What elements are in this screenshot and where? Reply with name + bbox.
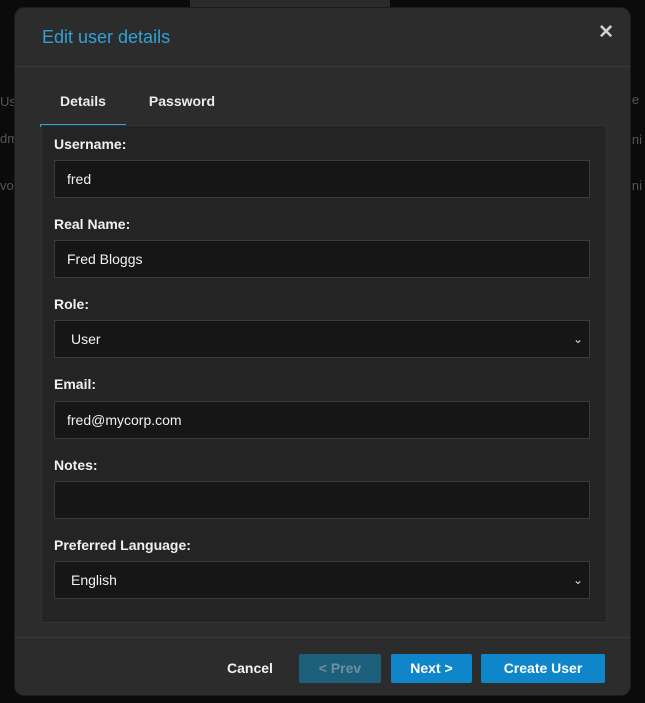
tab-password[interactable]: Password	[137, 86, 227, 124]
create-user-button[interactable]: Create User	[481, 654, 605, 683]
background-fragment: ini	[629, 132, 643, 147]
dialog-footer: Cancel < Prev Next > Create User	[15, 637, 630, 695]
details-panel: Username: Real Name: Role: User ⌄ Email:…	[41, 125, 607, 623]
chevron-down-icon: ⌄	[572, 332, 583, 346]
background-right-edge: le ini ini	[629, 90, 645, 210]
username-field[interactable]	[54, 160, 590, 198]
email-field[interactable]	[54, 401, 590, 439]
notes-field[interactable]	[54, 481, 590, 519]
role-select[interactable]: User ⌄	[54, 320, 590, 358]
background-fragment: le	[629, 92, 640, 107]
edit-user-dialog: Edit user details ✕ Details Password Use…	[15, 8, 630, 695]
email-label: Email:	[54, 376, 97, 392]
tab-details[interactable]: Details	[40, 86, 126, 127]
preferred-language-select[interactable]: English ⌄	[54, 561, 590, 599]
background-left-edge: Use dm vor	[0, 30, 23, 230]
background-header-strip	[190, 0, 390, 8]
chevron-down-icon: ⌄	[572, 573, 583, 587]
prev-button[interactable]: < Prev	[299, 654, 381, 683]
notes-label: Notes:	[54, 457, 98, 473]
role-selected-value: User	[71, 331, 101, 347]
language-selected-value: English	[71, 572, 117, 588]
preferred-language-label: Preferred Language:	[54, 537, 191, 553]
real-name-label: Real Name:	[54, 216, 131, 232]
real-name-field[interactable]	[54, 240, 590, 278]
dialog-header: Edit user details ✕	[15, 8, 630, 67]
close-icon[interactable]: ✕	[598, 23, 614, 42]
dialog-title: Edit user details	[42, 27, 171, 47]
username-label: Username:	[54, 136, 127, 152]
next-button[interactable]: Next >	[391, 654, 472, 683]
role-label: Role:	[54, 296, 89, 312]
background-fragment: ini	[629, 178, 643, 193]
cancel-button[interactable]: Cancel	[220, 654, 280, 683]
